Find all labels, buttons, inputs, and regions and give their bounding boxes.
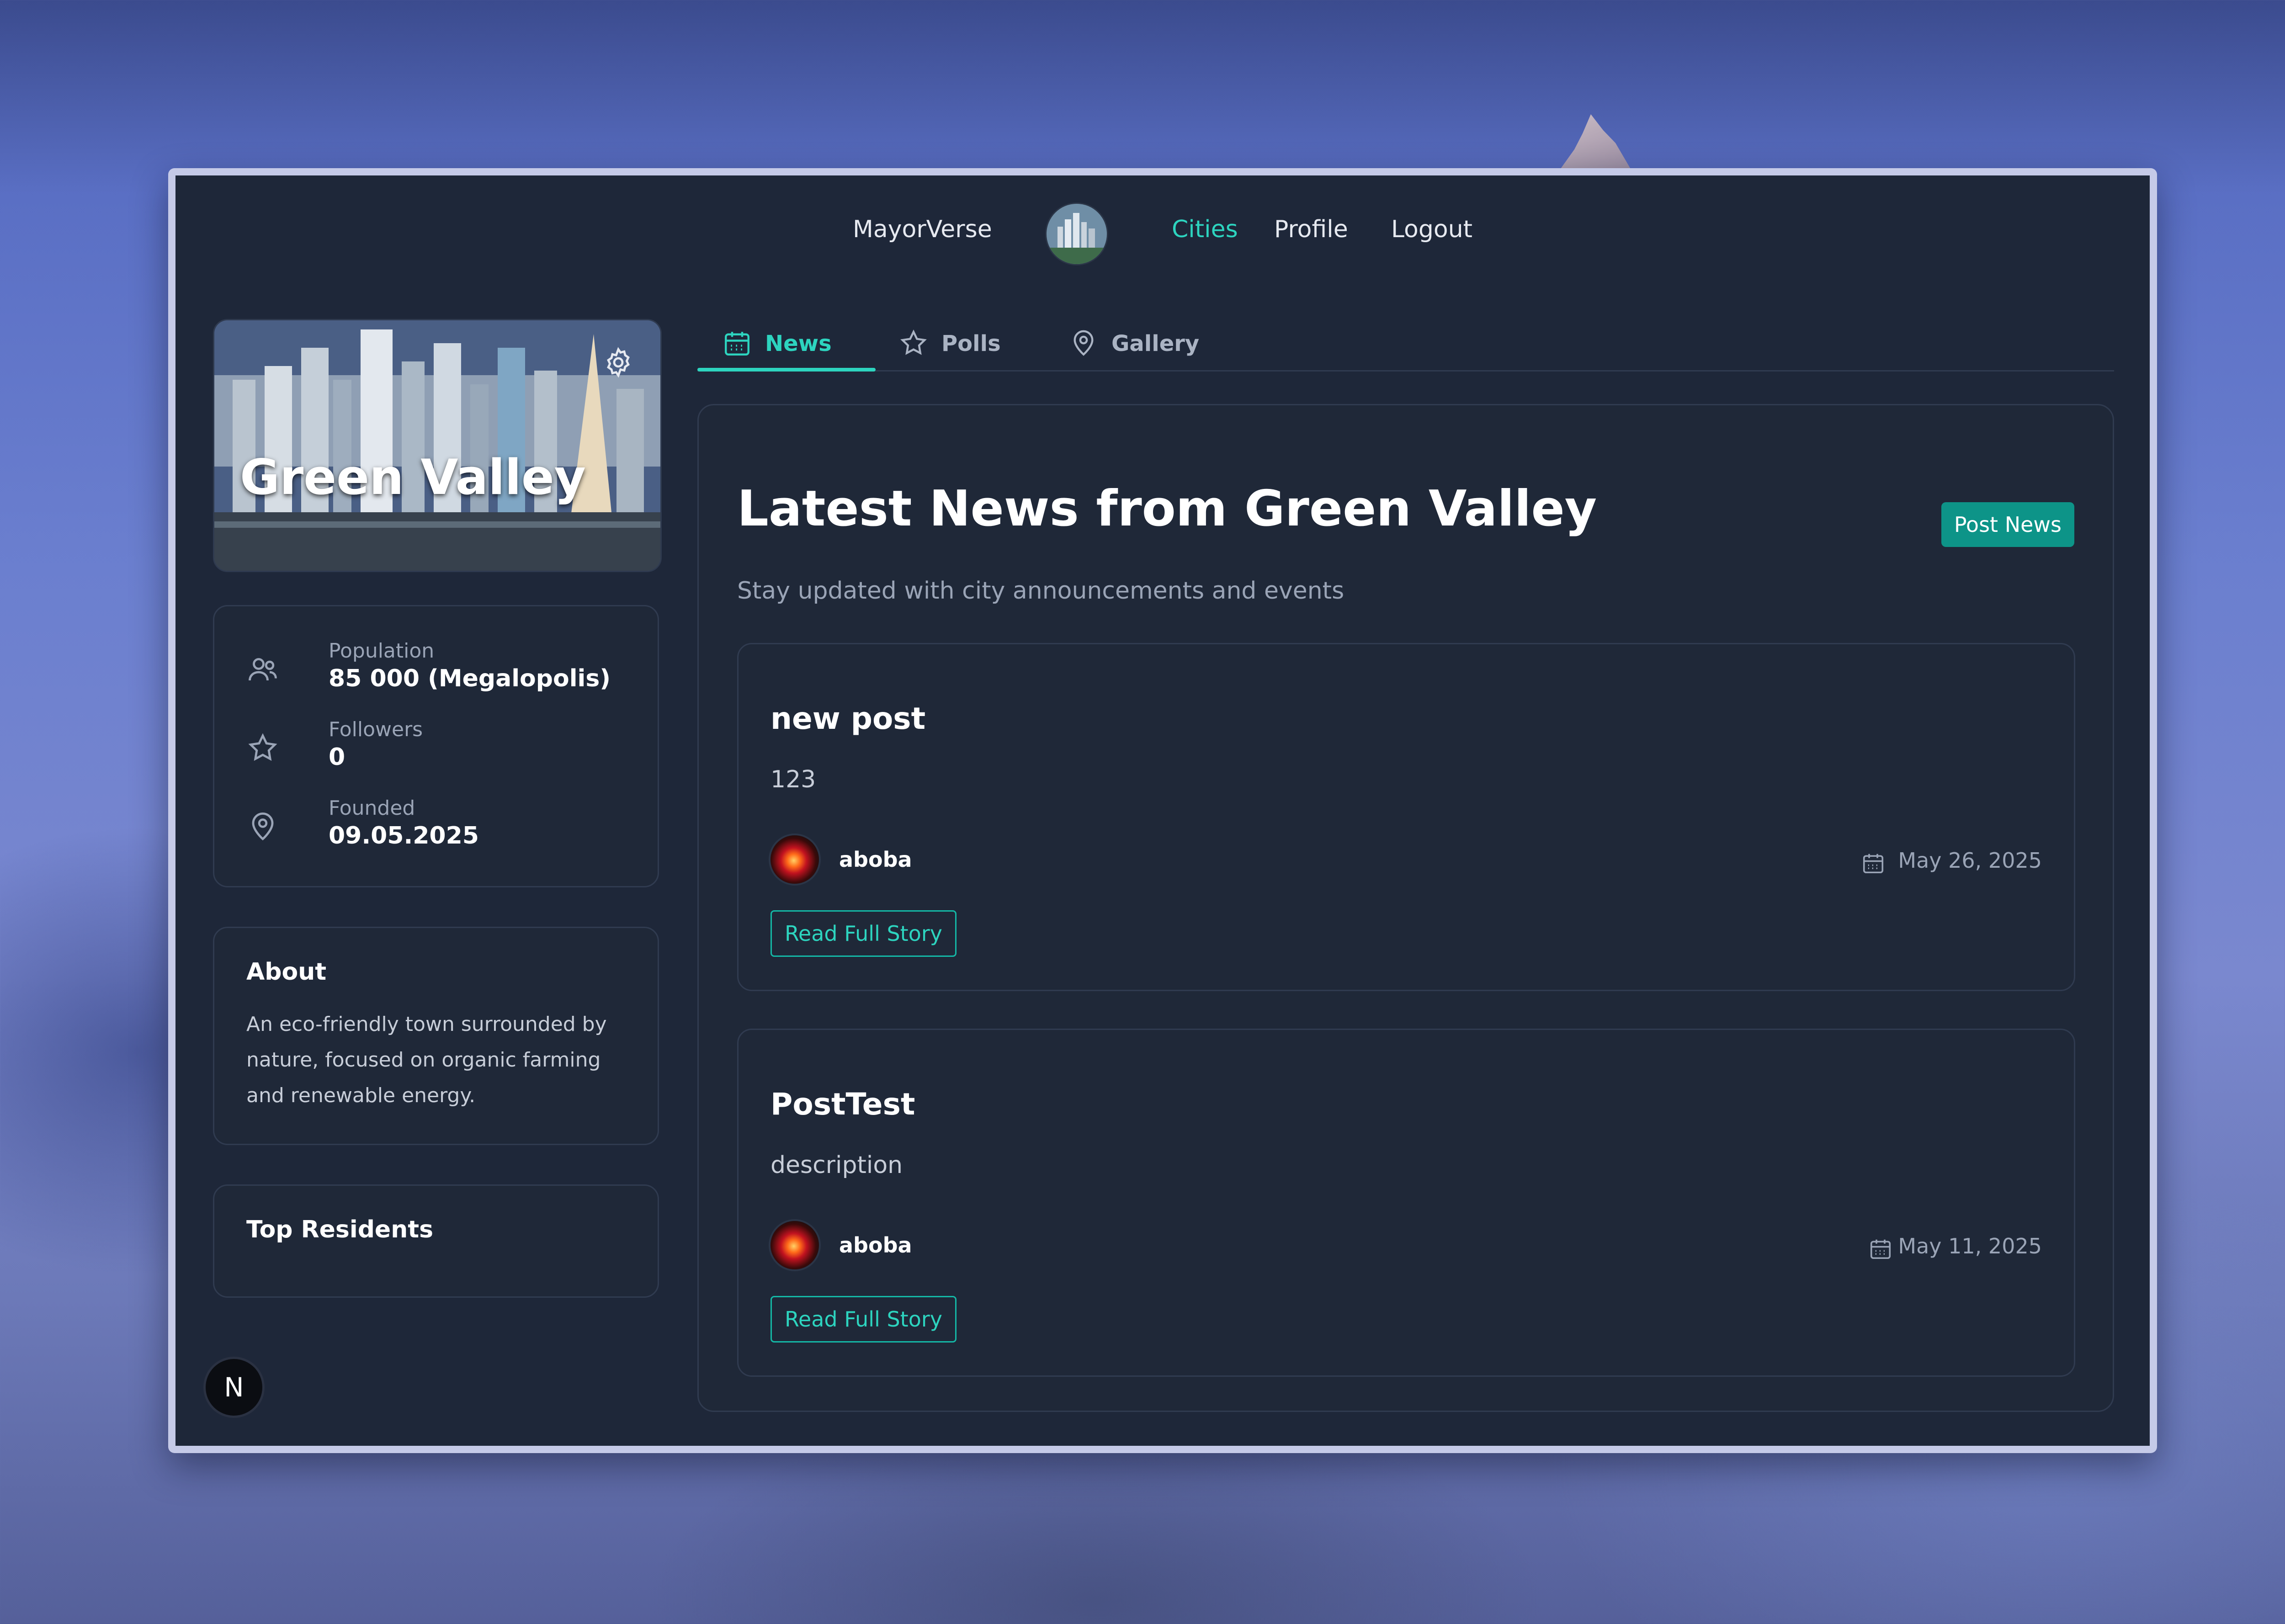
nav-link-profile[interactable]: Profile — [1274, 216, 1348, 243]
post-author[interactable]: aboba — [839, 1233, 912, 1258]
calendar-icon — [725, 332, 749, 356]
about-card: About An eco-friendly town surrounded by… — [213, 927, 659, 1145]
post-news-button[interactable]: Post News — [1941, 502, 2074, 547]
browser-window: MayorVerse Cities Profile Logout Green V… — [168, 168, 2157, 1453]
stat-value: 0 — [329, 743, 345, 771]
news-post-card: new post 123 aboba May 26, 2025 Read Ful… — [737, 643, 2075, 991]
about-heading: About — [246, 958, 327, 986]
map-pin-icon — [1073, 330, 1094, 356]
stat-value: 85 000 (Megalopolis) — [329, 665, 611, 692]
brand-logo-image[interactable] — [1047, 204, 1107, 264]
post-title: PostTest — [771, 1087, 915, 1122]
author-avatar[interactable] — [771, 835, 819, 884]
nav-link-logout[interactable]: Logout — [1391, 216, 1472, 243]
read-full-story-button[interactable]: Read Full Story — [771, 910, 957, 957]
calendar-icon — [1863, 854, 1884, 874]
stat-label: Followers — [329, 718, 423, 741]
post-title: new post — [771, 701, 926, 736]
city-skyline-image — [214, 320, 660, 571]
tab-polls[interactable]: Polls — [898, 326, 1017, 370]
tab-news[interactable]: News — [697, 326, 876, 372]
brand-name[interactable]: MayorVerse — [853, 216, 992, 243]
stat-population: Population 85 000 (Megalopolis) — [246, 639, 630, 703]
top-residents-card: Top Residents — [213, 1184, 659, 1298]
nav-link-cities[interactable]: Cities — [1172, 216, 1238, 243]
settings-gear-icon[interactable] — [602, 346, 635, 379]
post-author[interactable]: aboba — [839, 847, 912, 872]
city-hero-card: Green Valley — [213, 319, 662, 572]
star-icon — [248, 733, 277, 761]
tab-gallery[interactable]: Gallery — [1068, 326, 1215, 370]
about-text: An eco-friendly town surrounded by natur… — [246, 1013, 607, 1107]
tab-label: Polls — [941, 331, 1001, 356]
top-nav: MayorVerse Cities Profile Logout — [175, 203, 2150, 264]
news-title: Latest News from Green Valley — [737, 480, 1597, 537]
news-panel: Latest News from Green Valley Post News … — [697, 404, 2114, 1412]
post-date: May 26, 2025 — [1898, 848, 2042, 873]
users-icon — [249, 658, 277, 681]
post-description: description — [771, 1152, 903, 1179]
star-icon — [900, 329, 927, 355]
read-full-story-button[interactable]: Read Full Story — [771, 1296, 957, 1343]
city-skyline-icon — [1047, 204, 1107, 264]
tab-label: News — [765, 331, 832, 356]
stat-value: 09.05.2025 — [329, 822, 479, 849]
author-avatar[interactable] — [771, 1221, 819, 1269]
news-subtitle: Stay updated with city announcements and… — [737, 577, 1344, 605]
post-description: 123 — [771, 766, 816, 793]
calendar-icon — [1870, 1239, 1891, 1259]
city-name: Green Valley — [240, 449, 586, 505]
news-post-card: PostTest description aboba May 11, 2025 … — [737, 1029, 2075, 1377]
stat-label: Population — [329, 639, 435, 663]
stat-label: Founded — [329, 796, 415, 820]
stat-founded: Founded 09.05.2025 — [246, 796, 630, 860]
tab-bar: News Polls Gallery — [697, 320, 2114, 372]
city-stats-card: Population 85 000 (Megalopolis) Follower… — [213, 605, 659, 887]
post-date: May 11, 2025 — [1898, 1234, 2042, 1258]
map-pin-icon — [252, 812, 274, 841]
stat-followers: Followers 0 — [246, 718, 630, 782]
top-residents-heading: Top Residents — [246, 1216, 434, 1243]
tab-label: Gallery — [1111, 331, 1200, 356]
n-badge-button[interactable]: N — [206, 1359, 262, 1416]
